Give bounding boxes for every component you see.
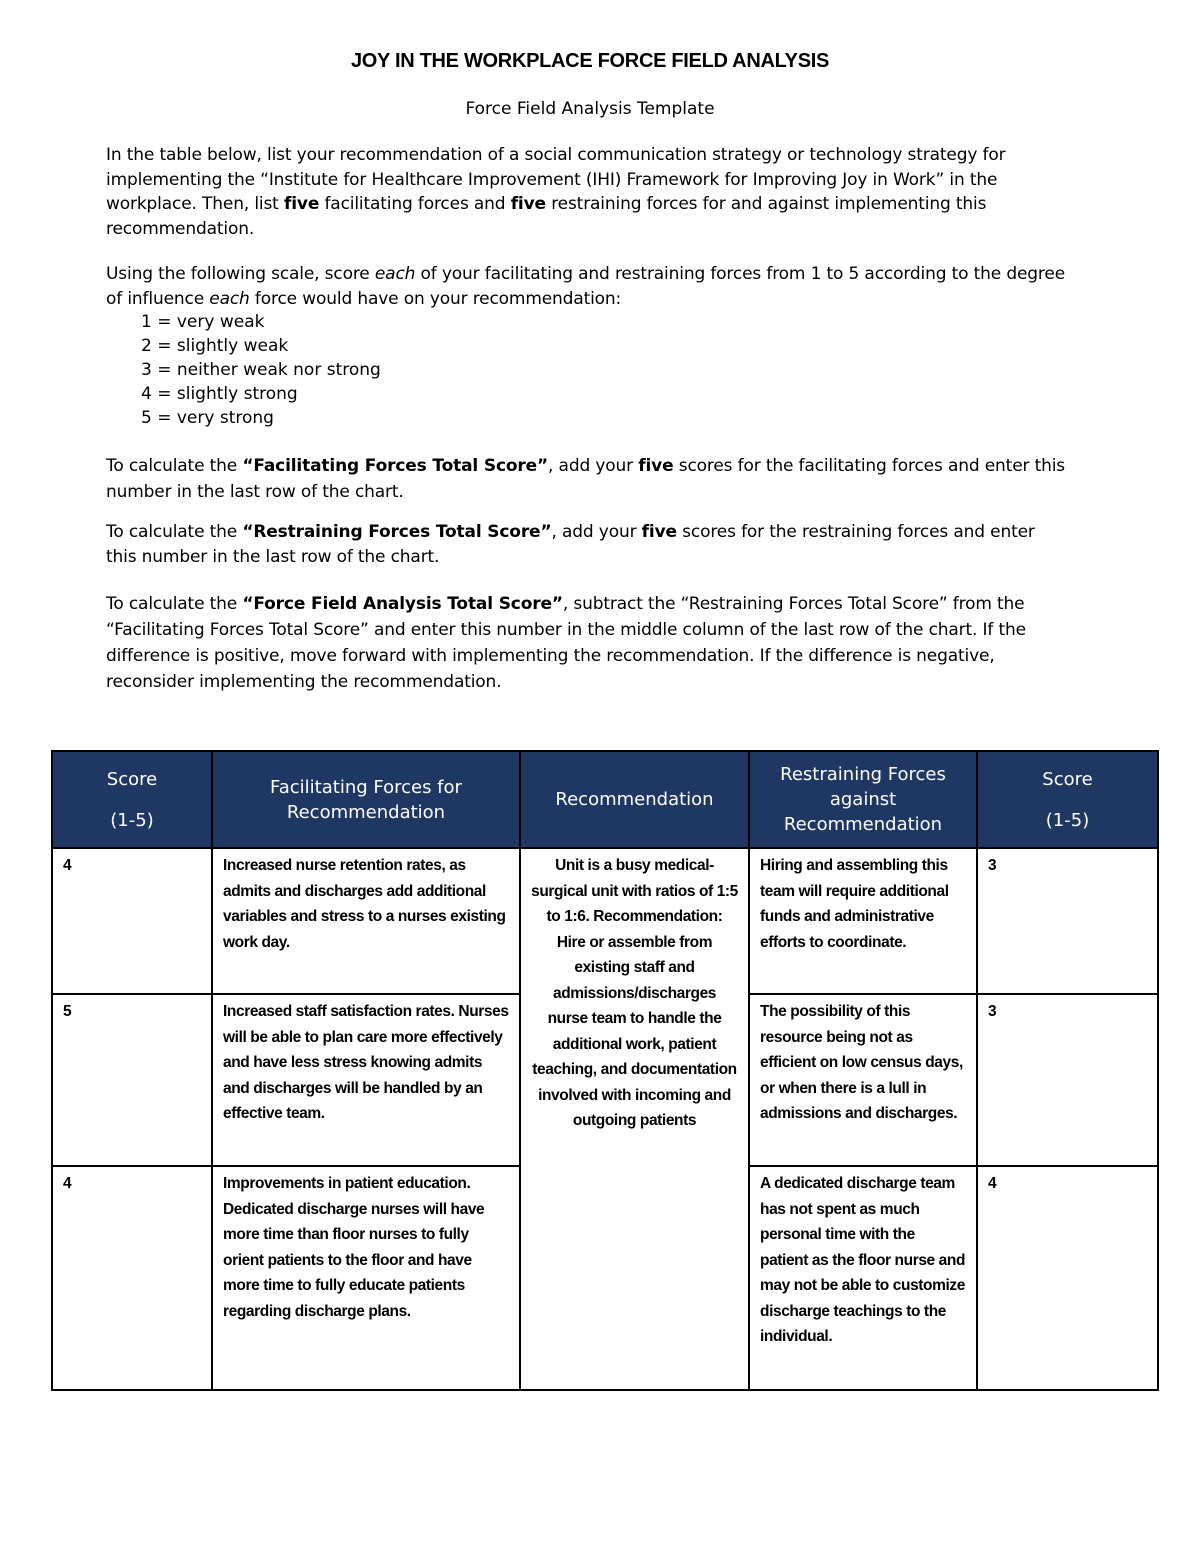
restraining-score-cell[interactable]: 3 <box>976 847 1159 995</box>
facilitating-force-cell[interactable]: Increased staff satisfaction rates. Nurs… <box>211 993 521 1167</box>
page-title: JOY IN THE WORKPLACE FORCE FIELD ANALYSI… <box>350 50 830 72</box>
table-header-row: Score (1-5) Facilitating Forces for Recom… <box>51 750 1159 849</box>
facilitating-force-cell[interactable]: Increased nurse retention rates, as admi… <box>211 847 521 995</box>
scale-intro-italic: each <box>209 288 250 309</box>
scale-intro-text: force would have on your recommendation: <box>249 288 622 309</box>
header-text: Score <box>1042 768 1093 790</box>
total-instructions: To calculate the “Force Field Analysis T… <box>106 591 1066 695</box>
header-facilitating: Facilitating Forces for Recommendation <box>211 750 521 849</box>
scale-item: 5 = very strong <box>141 408 274 428</box>
header-text: (1-5) <box>1045 809 1090 831</box>
intro-paragraph: In the table below, list your recommenda… <box>106 143 1066 241</box>
header-recommendation: Recommendation <box>519 750 750 849</box>
header-text: (1-5) <box>110 809 154 831</box>
header-score-left: Score (1-5) <box>51 750 213 849</box>
instruction-text: To calculate the <box>106 522 243 542</box>
restraining-score-cell[interactable]: 3 <box>976 993 1159 1167</box>
force-field-table: Score (1-5) Facilitating Forces for Recom… <box>51 750 1159 1391</box>
scale-item: 3 = neither weak nor strong <box>141 360 381 380</box>
intro-bold: five <box>283 194 320 214</box>
intro-bold: five <box>510 194 546 214</box>
header-text: Score <box>106 768 158 790</box>
facilitating-score-cell[interactable]: 4 <box>51 1165 213 1391</box>
instruction-bold: five <box>641 522 677 542</box>
facilitating-instructions: To calculate the “Facilitating Forces To… <box>106 453 1066 505</box>
instruction-bold: “Facilitating Forces Total Score” <box>242 456 549 476</box>
instruction-text: To calculate the <box>106 594 243 614</box>
restraining-force-cell[interactable]: Hiring and assembling this team will req… <box>748 847 978 995</box>
instruction-bold: “Force Field Analysis Total Score” <box>242 594 563 614</box>
header-score-right: Score (1-5) <box>976 750 1159 849</box>
header-restraining: Restraining Forces against Recommendatio… <box>748 750 978 849</box>
scale-item: 2 = slightly weak <box>141 336 289 356</box>
restraining-force-cell[interactable]: A dedicated discharge team has not spent… <box>748 1165 978 1391</box>
instruction-bold: five <box>638 456 674 476</box>
recommendation-cell[interactable]: Unit is a busy medical-surgical unit wit… <box>519 847 750 1391</box>
instruction-bold: “Restraining Forces Total Score” <box>242 522 552 542</box>
scale-item: 4 = slightly strong <box>141 384 298 404</box>
scale-intro-italic: each <box>374 264 416 284</box>
scale-list: 1 = very weak 2 = slightly weak 3 = neit… <box>141 310 381 430</box>
scale-intro-paragraph: Using the following scale, score each of… <box>106 262 1066 311</box>
instruction-text: , add your <box>551 522 642 542</box>
facilitating-force-cell[interactable]: Improvements in patient education. Dedic… <box>211 1165 521 1391</box>
restraining-force-cell[interactable]: The possibility of this resource being n… <box>748 993 978 1167</box>
restraining-instructions: To calculate the “Restraining Forces Tot… <box>106 520 1066 570</box>
restraining-score-cell[interactable]: 4 <box>976 1165 1159 1391</box>
scale-item: 1 = very weak <box>141 312 265 332</box>
facilitating-score-cell[interactable]: 5 <box>51 993 213 1167</box>
table-row: 4 Increased nurse retention rates, as ad… <box>51 847 1159 1391</box>
intro-text: facilitating forces and <box>319 194 511 214</box>
facilitating-score-cell[interactable]: 4 <box>51 847 213 995</box>
instruction-text: , add your <box>548 456 639 476</box>
scale-intro-text: Using the following scale, score <box>106 264 375 284</box>
instruction-text: To calculate the <box>106 456 243 476</box>
page-subtitle: Force Field Analysis Template <box>465 99 715 119</box>
